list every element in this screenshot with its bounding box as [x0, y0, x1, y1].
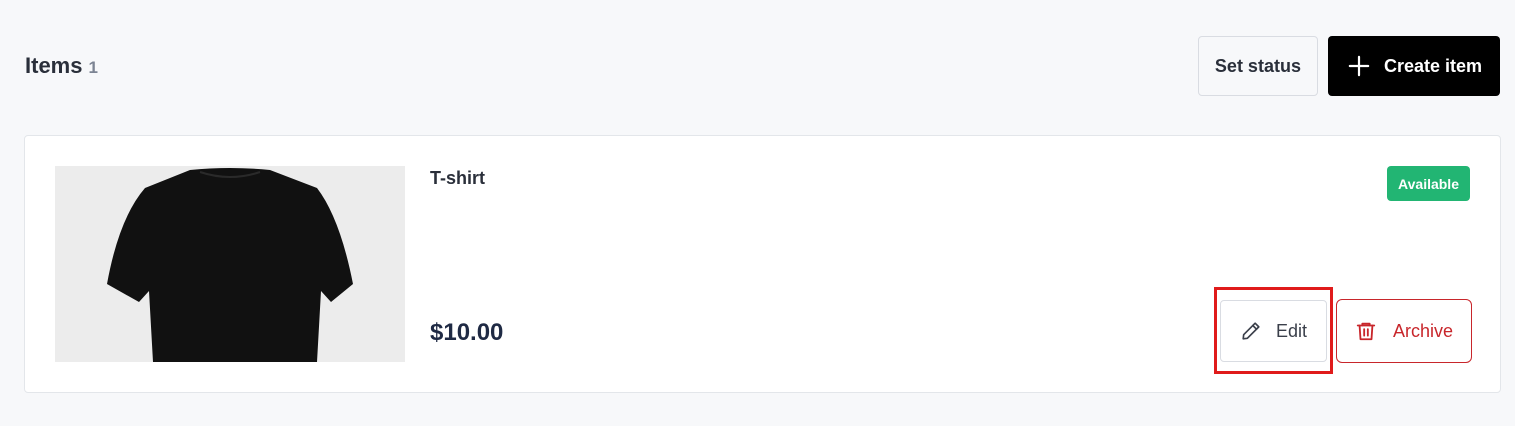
archive-label: Archive: [1392, 320, 1454, 341]
trash-icon: [1355, 320, 1377, 342]
page-title: Items: [25, 53, 83, 78]
status-badge: Available: [1387, 166, 1470, 201]
edit-button[interactable]: Edit: [1220, 300, 1327, 362]
product-price: $10.00: [430, 319, 504, 346]
item-card: T-shirt $10.00 Available Edit Archive: [24, 135, 1501, 393]
create-item-button[interactable]: Create item: [1327, 36, 1500, 96]
product-name: T-shirt: [430, 168, 486, 188]
item-count: 1: [88, 58, 98, 77]
create-item-label: Create item: [1383, 55, 1482, 76]
items-page: Items 1 Set status Create item T-shirt $…: [0, 0, 1515, 426]
archive-button[interactable]: Archive: [1336, 299, 1472, 363]
title-wrap: Items 1: [25, 53, 98, 79]
pencil-icon: [1240, 320, 1262, 342]
header-actions: Set status Create item: [1197, 36, 1500, 96]
set-status-button[interactable]: Set status: [1197, 36, 1318, 96]
product-image[interactable]: [55, 166, 405, 362]
set-status-label: Set status: [1214, 55, 1301, 76]
items-header: Items 1 Set status Create item: [25, 36, 1500, 96]
edit-label: Edit: [1275, 320, 1308, 341]
plus-icon: [1348, 55, 1370, 77]
